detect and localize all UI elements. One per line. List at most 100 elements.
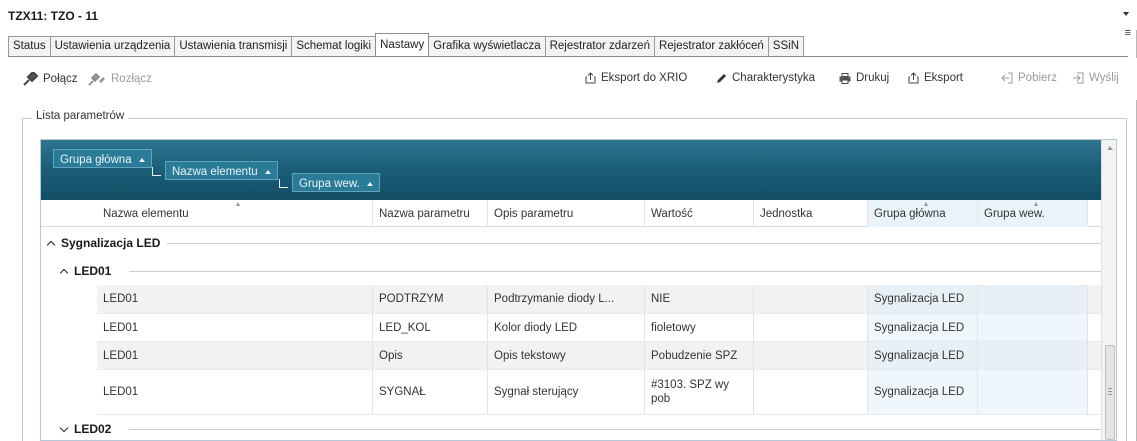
cell-parameter-name: SYGNAŁ — [373, 370, 488, 414]
column-header-main-group[interactable]: Grupa główna ▲ — [868, 200, 978, 227]
group-chip-main-group[interactable]: Grupa główna — [53, 149, 152, 168]
unplug-icon — [88, 72, 105, 86]
group-row-led01-label: LED01 — [59, 264, 112, 278]
column-header-row: Nazwa elementu ▲ Nazwa parametru Opis pa… — [41, 200, 1101, 227]
cell-parameter-description: Sygnał sterujący — [488, 370, 645, 414]
table-row[interactable]: LED01 PODTRZYM Podtrzymanie diody L... N… — [97, 285, 1101, 314]
export-button[interactable]: Eksport — [908, 72, 963, 84]
cell-element-name: LED01 — [97, 314, 373, 341]
scrollbar-thumb[interactable] — [1105, 345, 1115, 440]
cell-parameter-name: LED_KOL — [373, 314, 488, 341]
grip-icon — [1108, 388, 1112, 395]
group-row-main-label: Sygnalizacja LED — [46, 236, 160, 250]
characteristic-label: Charakterystyka — [732, 72, 816, 84]
cell-parameter-name: PODTRZYM — [373, 285, 488, 313]
cell-unit — [754, 342, 868, 369]
cell-inner-group — [978, 314, 1088, 341]
tab-settings[interactable]: Nastawy — [375, 33, 430, 55]
group-row-led02[interactable]: LED02 — [41, 415, 1101, 440]
sort-ascending-icon — [138, 157, 145, 162]
cell-main-group: Sygnalizacja LED — [868, 370, 978, 414]
print-label: Drukuj — [856, 72, 890, 84]
tab-logic-diagram[interactable]: Schemat logiki — [291, 36, 377, 56]
send-label: Wyślij — [1089, 72, 1119, 84]
tab-event-recorder[interactable]: Rejestrator zdarzeń — [544, 36, 655, 56]
parameter-grid: Grupa główna Nazwa elementu Grupa wew. N… — [40, 139, 1117, 441]
group-row-main[interactable]: Sygnalizacja LED — [41, 229, 1101, 257]
column-header-element-name[interactable]: Nazwa elementu ▲ — [97, 200, 373, 227]
characteristic-button[interactable]: Charakterystyka — [716, 72, 815, 84]
cell-main-group: Sygnalizacja LED — [868, 285, 978, 313]
disconnect-button[interactable]: Rozłącz — [88, 72, 152, 86]
sort-ascending-icon — [366, 181, 373, 186]
cell-value[interactable]: fioletowy — [645, 314, 754, 341]
collapse-chevron-icon[interactable] — [59, 268, 69, 277]
cell-value[interactable]: #3103. SPZ wy pob — [645, 370, 754, 414]
toolbar: Połącz Rozłącz Eksport do XRIO Charakter… — [0, 58, 1137, 100]
tab-display-graphics[interactable]: Grafika wyświetlacza — [428, 36, 546, 56]
connect-label: Połącz — [43, 73, 78, 85]
column-label: Grupa wew. — [984, 208, 1045, 220]
cell-parameter-description: Podtrzymanie diody L... — [488, 285, 645, 313]
sort-ascending-icon — [264, 169, 271, 174]
export-icon — [908, 72, 919, 84]
cell-value[interactable]: Pobudzenie SPZ — [645, 342, 754, 369]
tab-strip: Status Ustawienia urządzenia Ustawienia … — [8, 33, 1128, 57]
cell-unit — [754, 314, 868, 341]
column-header-parameter-name[interactable]: Nazwa parametru — [373, 200, 488, 227]
cell-inner-group — [978, 370, 1088, 414]
window-menu-chevron-icon[interactable] — [1123, 12, 1129, 16]
cell-main-group: Sygnalizacja LED — [868, 314, 978, 341]
cell-inner-group — [978, 342, 1088, 369]
table-row[interactable]: LED01 Opis Opis tekstowy Pobudzenie SPZ … — [97, 342, 1101, 370]
collapse-chevron-icon[interactable] — [46, 240, 56, 249]
export-xrio-button[interactable]: Eksport do XRIO — [585, 72, 687, 84]
group-separator-line — [167, 243, 1101, 244]
column-label: Grupa główna — [874, 208, 946, 220]
sort-indicator-icon: ▲ — [234, 201, 242, 208]
cell-element-name: LED01 — [97, 370, 373, 414]
connect-button[interactable]: Połącz — [22, 72, 78, 86]
group-chip-inner-group[interactable]: Grupa wew. — [292, 173, 380, 192]
column-header-value[interactable]: Wartość — [645, 200, 754, 227]
column-header-unit[interactable]: Jednostka — [754, 200, 868, 227]
table-row[interactable]: LED01 SYGNAŁ Sygnał sterujący #3103. SPZ… — [97, 370, 1101, 415]
cell-parameter-name: Opis — [373, 342, 488, 369]
export-xrio-label: Eksport do XRIO — [601, 72, 688, 84]
table-row[interactable]: LED01 LED_KOL Kolor diody LED fioletowy … — [97, 314, 1101, 342]
plug-icon — [23, 72, 38, 86]
fetch-button[interactable]: Pobierz — [1001, 72, 1057, 84]
expand-chevron-icon[interactable] — [59, 423, 69, 432]
title-bar: TZX11: TZO - 11 ≡ — [0, 0, 1137, 39]
cell-value[interactable]: NIE — [645, 285, 754, 313]
tab-status[interactable]: Status — [8, 36, 51, 56]
group-chip-element-name[interactable]: Nazwa elementu — [165, 161, 278, 180]
column-label: Opis parametru — [494, 208, 574, 220]
group-connector — [279, 179, 288, 188]
group-row-led01[interactable]: LED01 — [41, 257, 1101, 285]
vertical-scrollbar[interactable] — [1101, 140, 1116, 440]
group-chip-label: Nazwa elementu — [172, 165, 258, 178]
printer-icon — [839, 72, 851, 84]
tab-ssin[interactable]: SSiN — [767, 36, 804, 56]
send-button[interactable]: Wyślij — [1072, 72, 1119, 84]
group-separator-line — [129, 271, 1101, 272]
export-icon — [585, 72, 596, 84]
cell-main-group: Sygnalizacja LED — [868, 342, 978, 369]
group-label: LED02 — [74, 422, 112, 436]
group-label: LED01 — [74, 264, 112, 278]
column-header-parameter-description[interactable]: Opis parametru — [488, 200, 645, 227]
group-chip-label: Grupa główna — [60, 153, 132, 166]
tab-disturbance-recorder[interactable]: Rejestrator zakłóceń — [653, 36, 769, 56]
cell-parameter-description: Kolor diody LED — [488, 314, 645, 341]
fetch-icon — [1001, 72, 1013, 84]
group-connector — [152, 167, 161, 176]
cell-inner-group — [978, 285, 1088, 313]
scroll-up-arrow-icon[interactable] — [1107, 146, 1113, 150]
column-label: Wartość — [651, 208, 693, 220]
column-header-inner-group[interactable]: Grupa wew. ▲ — [978, 200, 1088, 227]
tab-transmission-settings[interactable]: Ustawienia transmisji — [174, 36, 293, 56]
tab-device-settings[interactable]: Ustawienia urządzenia — [49, 36, 176, 56]
print-button[interactable]: Drukuj — [839, 72, 889, 84]
cell-parameter-description: Opis tekstowy — [488, 342, 645, 369]
